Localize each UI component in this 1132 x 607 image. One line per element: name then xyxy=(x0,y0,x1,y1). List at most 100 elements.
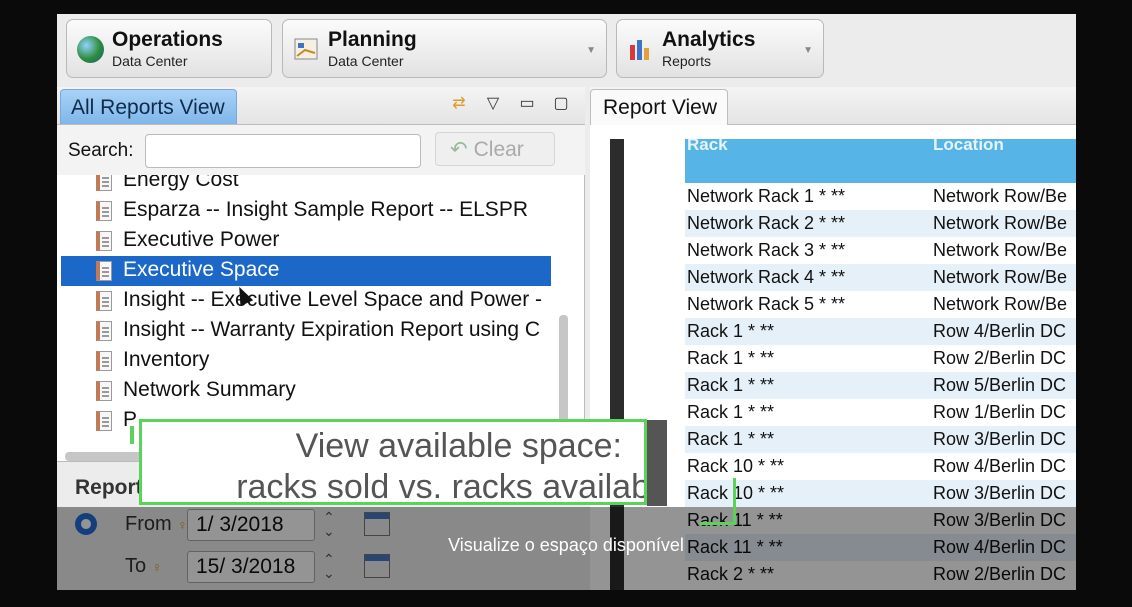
cell-location: Network Row/Be xyxy=(933,186,1068,206)
report-document-icon xyxy=(96,231,112,251)
cell-rack: Network Rack 1 * ** xyxy=(687,186,846,206)
tab-report-view[interactable]: Report View xyxy=(590,89,728,125)
caption-line-1: View available space: xyxy=(295,427,622,465)
perspective-subtitle: Data Center xyxy=(328,53,404,69)
tree-item-label: Executive Space xyxy=(123,258,280,281)
cell-location: Network Row/Be xyxy=(933,213,1068,233)
tree-item[interactable]: Insight -- Executive Level Space and Pow… xyxy=(61,286,551,316)
tutorial-caption-box: View available space: racks sold vs. rac… xyxy=(139,419,647,505)
tree-item-label: Insight -- Executive Level Space and Pow… xyxy=(123,288,543,311)
caption-marker xyxy=(130,426,134,444)
table-row: Rack 10 * ** Row 3/Berlin DC xyxy=(685,480,1076,507)
cell-rack: Network Rack 5 * ** xyxy=(687,294,846,314)
tree-item[interactable]: Energy Cost xyxy=(61,175,551,196)
cell-rack: Network Rack 3 * ** xyxy=(687,240,846,260)
report-document-icon xyxy=(96,291,112,311)
table-row: Rack 1 * ** Row 5/Berlin DC xyxy=(685,372,1076,399)
cell-rack: Network Rack 4 * ** xyxy=(687,267,846,287)
tree-item[interactable]: Insight -- Warranty Expiration Report us… xyxy=(61,316,551,346)
tree-item[interactable]: Executive Power xyxy=(61,226,551,256)
clear-label: Clear xyxy=(473,138,524,161)
table-row: Network Rack 2 * ** Network Row/Be xyxy=(685,210,1076,237)
column-header-rack: Rack xyxy=(687,139,728,154)
analytics-perspective-button[interactable]: Analytics Reports ▼ xyxy=(616,19,824,78)
video-subtitle: Visualize o espaço disponível xyxy=(448,535,684,555)
cell-rack: Rack 1 * ** xyxy=(687,321,775,341)
tree-item-label: Executive Power xyxy=(123,228,280,251)
report-document-icon xyxy=(96,201,112,221)
sync-icon[interactable]: ⇄ xyxy=(449,93,469,113)
caption-side-bar xyxy=(647,420,667,506)
cell-location: Network Row/Be xyxy=(933,294,1068,314)
tree-item-label: Energy Cost xyxy=(123,175,239,191)
cell-location: Row 5/Berlin DC xyxy=(933,375,1067,395)
tab-all-reports-view[interactable]: All Reports View xyxy=(60,89,237,124)
report-document-icon xyxy=(96,261,112,281)
search-label: Search: xyxy=(68,140,134,161)
caption-marker xyxy=(733,478,736,524)
cell-location: Network Row/Be xyxy=(933,267,1068,287)
view-toolbar: ⇄ ▽ ▭ ▢ xyxy=(449,93,571,113)
cell-rack: Rack 1 * ** xyxy=(687,375,775,395)
cell-rack: Rack 10 * ** xyxy=(687,456,785,476)
cell-rack: Network Rack 2 * ** xyxy=(687,213,846,233)
perspective-title: Operations xyxy=(112,28,223,51)
tree-item-selected[interactable]: Executive Space xyxy=(61,256,551,286)
table-row: Network Rack 1 * ** Network Row/Be xyxy=(685,183,1076,210)
perspective-subtitle: Data Center xyxy=(112,53,188,69)
cell-location: Row 1/Berlin DC xyxy=(933,402,1067,422)
all-reports-tabbar: All Reports View ⇄ ▽ ▭ ▢ xyxy=(57,87,585,125)
clear-button[interactable]: ↶ Clear xyxy=(435,132,555,166)
tree-item[interactable]: Inventory xyxy=(61,346,551,376)
tree-item[interactable]: Esparza -- Insight Sample Report -- ELSP… xyxy=(61,196,551,226)
search-row: Search: ↶ Clear xyxy=(57,125,585,175)
clear-icon: ↶ xyxy=(450,138,468,161)
table-row: Rack 1 * ** Row 1/Berlin DC xyxy=(685,399,1076,426)
cell-rack: Rack 1 * ** xyxy=(687,348,775,368)
tree-vertical-scrollbar[interactable] xyxy=(559,315,568,425)
chevron-down-icon[interactable]: ▼ xyxy=(586,45,596,56)
planning-perspective-button[interactable]: Planning Data Center ▼ xyxy=(282,19,607,78)
cell-location: Row 3/Berlin DC xyxy=(933,429,1067,449)
tree-item[interactable]: Network Summary xyxy=(61,376,551,406)
table-row: Network Rack 4 * ** Network Row/Be xyxy=(685,264,1076,291)
table-row: Network Rack 3 * ** Network Row/Be xyxy=(685,237,1076,264)
report-document-icon xyxy=(96,351,112,371)
maximize-icon[interactable]: ▢ xyxy=(551,93,571,113)
table-header: Rack Location xyxy=(685,139,1076,183)
tree-item-label: Inventory xyxy=(123,348,210,371)
bar-chart-icon xyxy=(627,36,654,63)
caption-line-2: racks sold vs. racks availab xyxy=(236,468,647,505)
tree-item-label: Network Summary xyxy=(123,378,296,401)
minimize-icon[interactable]: ▭ xyxy=(517,93,537,113)
table-row: Rack 1 * ** Row 3/Berlin DC xyxy=(685,426,1076,453)
report-section-label: Report xyxy=(75,476,143,499)
cell-location: Row 4/Berlin DC xyxy=(933,456,1067,476)
search-input[interactable] xyxy=(145,134,421,168)
report-document-icon xyxy=(96,411,112,431)
table-row: Rack 1 * ** Row 2/Berlin DC xyxy=(685,345,1076,372)
report-document-icon xyxy=(96,381,112,401)
tree-item-label: Insight -- Warranty Expiration Report us… xyxy=(123,318,541,341)
column-header-location: Location xyxy=(933,139,1004,154)
operations-perspective-button[interactable]: Operations Data Center xyxy=(66,19,272,78)
tree-item-label: Esparza -- Insight Sample Report -- ELSP… xyxy=(123,198,528,221)
table-row: Rack 1 * ** Row 4/Berlin DC xyxy=(685,318,1076,345)
cell-location: Row 2/Berlin DC xyxy=(933,348,1067,368)
perspective-title: Analytics xyxy=(662,28,756,51)
planning-icon xyxy=(293,36,320,63)
report-tree: Energy Cost Esparza -- Insight Sample Re… xyxy=(57,175,585,453)
chevron-down-icon[interactable]: ▼ xyxy=(803,45,813,56)
perspective-subtitle: Reports xyxy=(662,53,712,69)
report-view-tabbar: Report View xyxy=(590,87,1076,125)
report-document-icon xyxy=(96,321,112,341)
perspective-title: Planning xyxy=(328,28,417,51)
report-document-icon xyxy=(96,175,112,191)
table-row: Network Rack 5 * ** Network Row/Be xyxy=(685,291,1076,318)
view-menu-icon[interactable]: ▽ xyxy=(483,93,503,113)
cell-location: Network Row/Be xyxy=(933,240,1068,260)
cell-rack: Rack 1 * ** xyxy=(687,402,775,422)
cell-location: Row 4/Berlin DC xyxy=(933,321,1067,341)
table-row: Rack 10 * ** Row 4/Berlin DC xyxy=(685,453,1076,480)
caption-marker xyxy=(700,522,736,525)
